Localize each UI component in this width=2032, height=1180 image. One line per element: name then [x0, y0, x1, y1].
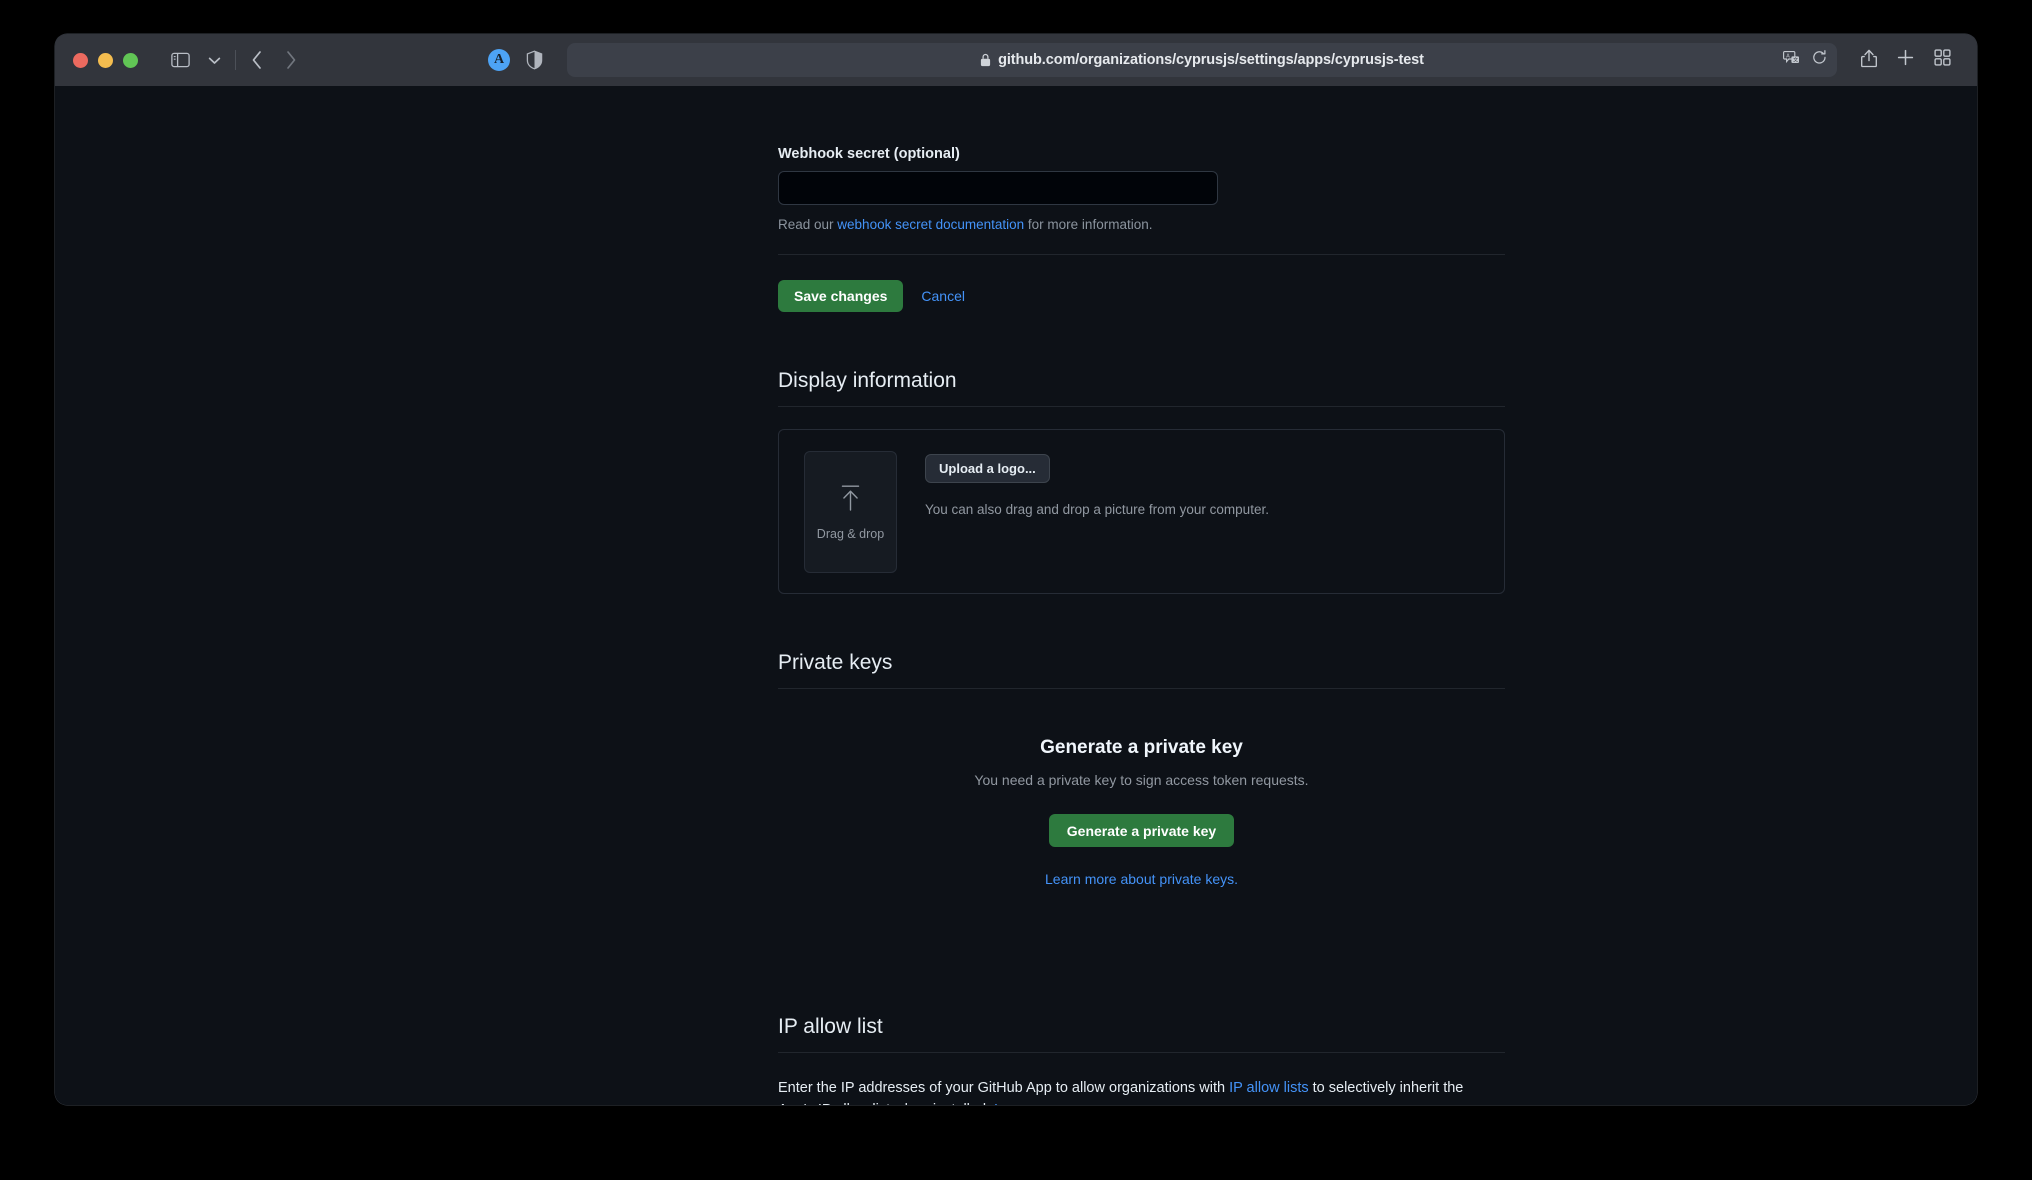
webhook-secret-helper: Read our webhook secret documentation fo… [778, 217, 1505, 232]
ip-desc-part3: . [1068, 1102, 1072, 1105]
back-arrow-icon[interactable] [240, 45, 274, 75]
reload-icon[interactable] [1812, 50, 1827, 70]
display-information-heading: Display information [778, 369, 957, 392]
learn-more-about-private-keys-link[interactable]: Learn more about private keys. [1045, 871, 1238, 887]
lock-icon [980, 53, 991, 67]
svg-text:文: 文 [1793, 57, 1798, 64]
forward-arrow-icon[interactable] [274, 45, 308, 75]
sidebar-toggle-icon[interactable] [163, 45, 197, 75]
tab-group-chevron-down-icon[interactable] [197, 45, 231, 75]
logo-upload-controls: Upload a logo... You can also drag and d… [925, 451, 1269, 517]
webhook-secret-input[interactable] [778, 171, 1218, 205]
url-text: github.com/organizations/cyprusjs/settin… [998, 52, 1424, 68]
webhook-secret-label: Webhook secret (optional) [778, 146, 960, 162]
private-keys-blankslate: Generate a private key You need a privat… [778, 737, 1505, 887]
window-close-button[interactable] [73, 52, 88, 68]
upload-arrow-icon [837, 483, 864, 518]
new-tab-plus-icon[interactable] [1897, 49, 1914, 71]
share-icon[interactable] [1861, 48, 1877, 73]
page-content: Webhook secret (optional) Read our webho… [55, 86, 1977, 1105]
logo-upload-card: Drag & drop Upload a logo... You can als… [778, 429, 1505, 594]
window-minimize-button[interactable] [98, 52, 113, 68]
generate-key-button-wrap: Generate a private key [778, 814, 1505, 847]
save-changes-button[interactable]: Save changes [778, 280, 904, 312]
svg-text:A: A [1786, 54, 1790, 60]
blankslate-heading: Generate a private key [1040, 737, 1243, 758]
logo-dropzone[interactable]: Drag & drop [804, 451, 897, 573]
address-bar[interactable]: github.com/organizations/cyprusjs/settin… [567, 43, 1837, 77]
generate-private-key-button[interactable]: Generate a private key [1048, 814, 1235, 847]
private-keys-heading: Private keys [778, 651, 893, 674]
ip-allow-list-rule [778, 1052, 1505, 1053]
toolbar-actions [1861, 48, 1977, 73]
settings-content-column: Webhook secret (optional) Read our webho… [778, 86, 1505, 1105]
dropzone-label: Drag & drop [816, 527, 885, 541]
webhook-secret-documentation-link[interactable]: webhook secret documentation [837, 217, 1024, 232]
form-divider [778, 254, 1505, 255]
translate-icon[interactable]: A 文 [1783, 50, 1800, 70]
ip-allow-list-description: Enter the IP addresses of your GitHub Ap… [778, 1077, 1478, 1105]
address-bar-actions: A 文 [1783, 50, 1827, 70]
form-actions: Save changes Cancel [778, 280, 1505, 312]
cancel-button[interactable]: Cancel [921, 288, 965, 304]
window-zoom-button[interactable] [123, 52, 138, 68]
private-keys-rule [778, 688, 1505, 689]
webhook-helper-prefix: Read our [778, 217, 838, 232]
upload-logo-button[interactable]: Upload a logo... [925, 454, 1050, 483]
traffic-lights [55, 52, 138, 68]
ip-desc-part1: Enter the IP addresses of your GitHub Ap… [778, 1080, 1230, 1096]
address-bar-content: github.com/organizations/cyprusjs/settin… [980, 52, 1424, 68]
ip-allow-list-heading: IP allow list [778, 1015, 883, 1038]
upload-hint-text: You can also drag and drop a picture fro… [925, 502, 1269, 517]
display-information-rule [778, 406, 1505, 407]
toolbar-divider [235, 50, 236, 70]
blankslate-subtext: You need a private key to sign access to… [974, 772, 1309, 788]
private-keys-learn-more-wrap: Learn more about private keys. [778, 871, 1505, 887]
browser-window: A github.com/organizations/cyprusjs/sett… [55, 34, 1977, 1105]
ip-allow-lists-link[interactable]: IP allow lists [1229, 1080, 1309, 1096]
shield-icon[interactable] [526, 50, 543, 70]
ip-allow-list-learn-more-link[interactable]: Learn more [994, 1102, 1068, 1105]
navigation-controls [163, 45, 308, 75]
tab-overview-icon[interactable] [1934, 49, 1951, 71]
webhook-helper-suffix: for more information. [1024, 217, 1153, 232]
page-settings-icon[interactable]: A [488, 49, 510, 71]
browser-toolbar: A github.com/organizations/cyprusjs/sett… [55, 34, 1977, 86]
